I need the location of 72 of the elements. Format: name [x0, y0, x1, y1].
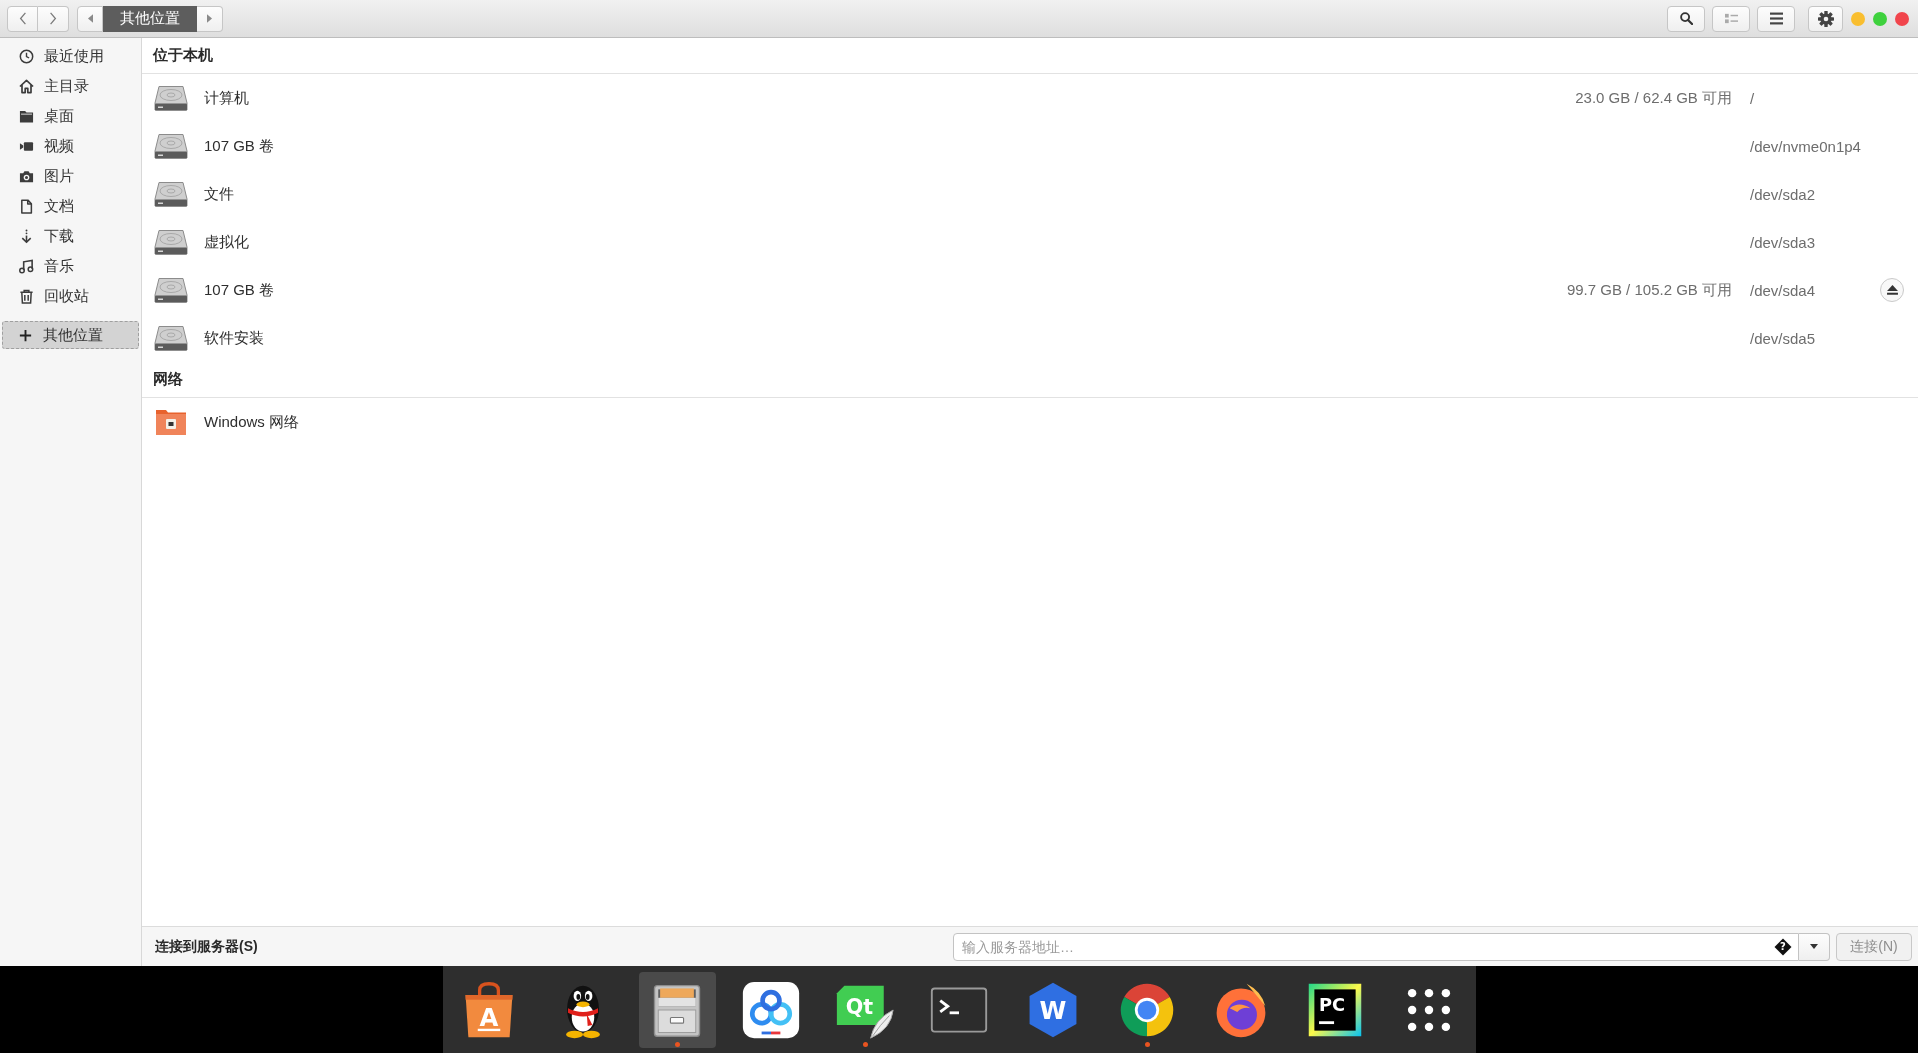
settings-button[interactable] [1808, 5, 1843, 32]
hard-drive-icon [154, 276, 188, 304]
triangle-right-icon [207, 14, 212, 23]
hard-drive-icon [154, 228, 188, 256]
place-name[interactable]: 计算机 [204, 88, 249, 108]
camera-icon [19, 168, 34, 184]
clock-icon [19, 48, 34, 64]
sidebar-item[interactable]: 文档 [2, 191, 139, 221]
dock-launcher[interactable]: W [1014, 972, 1092, 1048]
place-name[interactable]: 文件 [204, 184, 234, 204]
settings-icon [1817, 10, 1834, 27]
device-path: /dev/nvme0n1p4 [1750, 137, 1861, 155]
music-note-icon [19, 258, 34, 274]
dock-launcher[interactable]: PC [1296, 972, 1374, 1048]
sidebar-item[interactable]: 最近使用 [2, 41, 139, 71]
path-segment[interactable]: 其他位置 [103, 5, 197, 32]
caret-icon [1810, 944, 1818, 949]
running-dot-icon [862, 1042, 868, 1047]
device-path: /dev/sda3 [1750, 233, 1816, 251]
linked-rings-icon [741, 980, 801, 1040]
triangle-left-icon [87, 14, 93, 23]
hard-drive-icon [154, 324, 188, 352]
free-space-text: 99.7 GB / 105.2 GB 可用 [1566, 280, 1732, 300]
list-grid-icon [1724, 12, 1738, 25]
free-space-text: 23.0 GB / 62.4 GB 可用 [1575, 88, 1732, 108]
place-name[interactable]: 虚拟化 [204, 232, 249, 252]
sidebar-item[interactable]: 桌面 [2, 101, 139, 131]
sidebar-item[interactable]: 主目录 [2, 71, 139, 101]
section-title: 网络 [153, 370, 183, 389]
search-icon [1679, 12, 1693, 25]
sidebar-item[interactable]: 下载 [2, 221, 139, 251]
running-dot-icon [1144, 1042, 1150, 1047]
home-icon [19, 78, 34, 94]
sidebar-item[interactable]: 其他位置 [2, 321, 139, 349]
hard-drive-icon [154, 84, 188, 112]
sidebar-item[interactable]: 视频 [2, 131, 139, 161]
device-path: /dev/sda2 [1750, 185, 1816, 203]
menu-button[interactable] [1757, 5, 1795, 32]
plus-icon [18, 327, 33, 343]
place-name[interactable]: 107 GB 卷 [204, 280, 275, 300]
search-button[interactable] [1667, 5, 1705, 32]
place-name[interactable]: 107 GB 卷 [204, 136, 275, 156]
hard-drive-icon [154, 180, 188, 208]
download-icon [19, 228, 34, 244]
document-icon [19, 198, 34, 214]
device-path: /dev/sda4 [1750, 281, 1816, 299]
device-path: / [1750, 89, 1755, 107]
folder-icon [19, 108, 34, 124]
path-scroll-left-button[interactable] [77, 5, 103, 32]
path-scroll-right-button[interactable] [197, 5, 223, 32]
dock-launcher[interactable] [638, 972, 716, 1048]
place-name[interactable]: Windows 网络 [204, 412, 300, 432]
connect-to-server-label: 连接到服务器(S) [155, 937, 258, 956]
sidebar-item[interactable]: 回收站 [2, 281, 139, 311]
device-path: /dev/sda5 [1750, 329, 1816, 347]
menu-icon [1769, 12, 1783, 25]
running-dot-icon [674, 1042, 680, 1047]
dropdown-button[interactable] [1799, 932, 1830, 961]
place-name[interactable]: 软件安装 [204, 328, 264, 348]
sidebar-item[interactable]: 图片 [2, 161, 139, 191]
hard-drive-icon [154, 132, 188, 160]
eject-icon [1886, 285, 1898, 295]
help-glyph: ? [1775, 938, 1791, 955]
trash-icon [19, 288, 34, 304]
section-title: 位于本机 [153, 46, 213, 65]
chevron-right-icon [49, 12, 57, 25]
eject-button[interactable] [1880, 278, 1904, 302]
sidebar-item[interactable]: 音乐 [2, 251, 139, 281]
close-button[interactable] [1895, 11, 1909, 26]
network-folder-icon [154, 408, 188, 436]
view-toggle-button[interactable] [1712, 5, 1750, 32]
chevron-left-icon [18, 12, 27, 25]
